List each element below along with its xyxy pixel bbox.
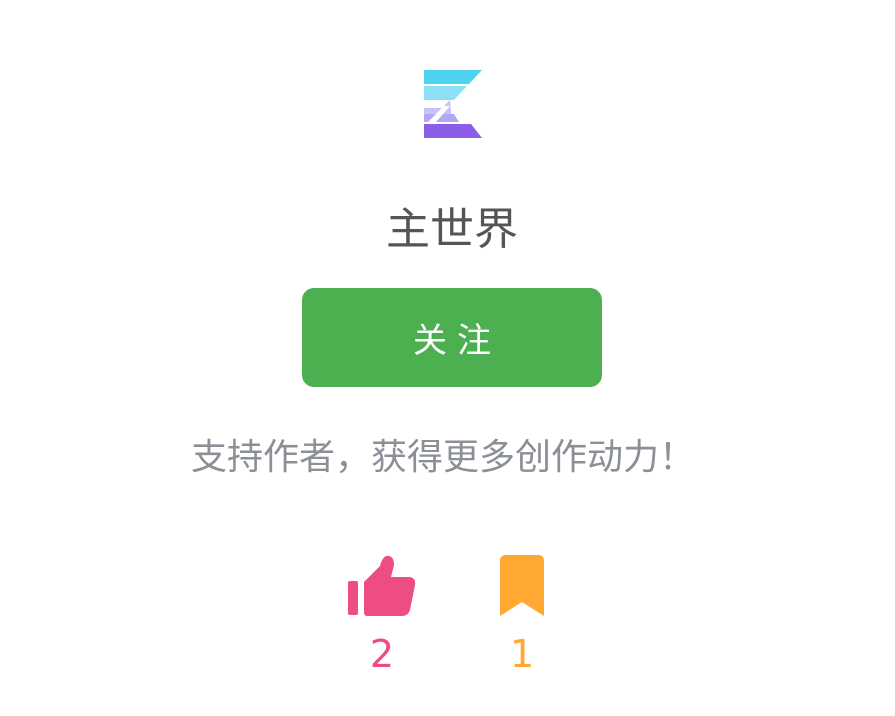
favorite-button[interactable]: 1 <box>477 555 567 679</box>
stacked-e-logo-icon <box>424 70 482 140</box>
support-tagline: 支持作者，获得更多创作动力！ <box>190 437 695 478</box>
favorite-count: 1 <box>509 632 535 676</box>
like-button[interactable]: 2 <box>337 555 427 679</box>
follow-button[interactable]: 关注 <box>302 288 602 387</box>
author-name: 主世界 <box>386 204 518 255</box>
author-support-card: 主世界 关注 支持作者，获得更多创作动力！ 2 1 <box>0 0 895 716</box>
bookmark-icon <box>477 555 567 617</box>
like-count: 2 <box>369 632 395 676</box>
thumbs-up-icon <box>337 555 427 617</box>
